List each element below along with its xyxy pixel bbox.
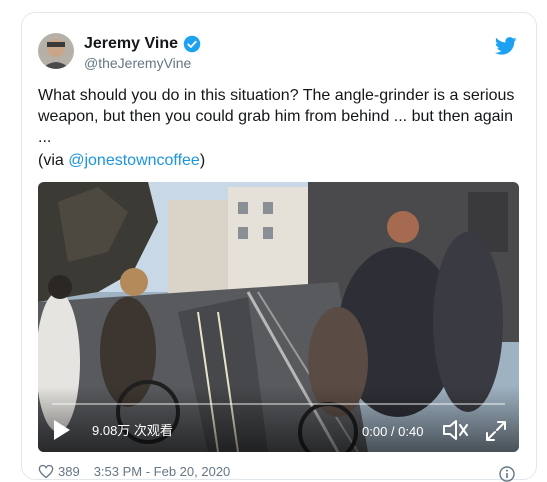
fullscreen-icon[interactable]	[485, 420, 507, 442]
via-prefix: (via	[38, 152, 69, 169]
view-count: 9.08万 次观看	[92, 423, 173, 438]
play-icon[interactable]	[52, 418, 72, 442]
avatar[interactable]	[38, 33, 74, 69]
tweet-card: Jeremy Vine @theJeremyVine What should y…	[21, 12, 537, 482]
via-credit: (via @jonestowncoffee)	[38, 152, 205, 170]
video-time: 0:00 / 0:40	[362, 424, 424, 439]
tweet-text: What should you do in this situation? Th…	[38, 85, 522, 148]
like-count[interactable]: 389	[58, 464, 80, 479]
author-handle[interactable]: @theJeremyVine	[84, 55, 191, 71]
via-link[interactable]: @jonestowncoffee	[68, 152, 200, 169]
video-player[interactable]: 9.08万 次观看 0:00 / 0:40	[38, 182, 519, 452]
tweet-text-line: weapon, but then you could grab him from…	[38, 108, 513, 125]
tweet-text-line: What should you do in this situation? Th…	[38, 87, 515, 104]
tweet-timestamp[interactable]: 3:53 PM - Feb 20, 2020	[94, 464, 231, 479]
progress-bar[interactable]	[52, 403, 505, 405]
via-suffix: )	[199, 152, 206, 169]
video-controls: 9.08万 次观看 0:00 / 0:40	[38, 386, 519, 452]
twitter-bird-icon[interactable]	[495, 37, 517, 55]
verified-badge-icon	[183, 35, 201, 53]
tweet-text-line: ...	[38, 129, 52, 146]
heart-icon[interactable]	[38, 464, 54, 479]
tweet-footer: 389 3:53 PM - Feb 20, 2020	[38, 464, 230, 479]
info-icon[interactable]	[499, 466, 515, 482]
author-name[interactable]: Jeremy Vine	[84, 35, 178, 53]
volume-icon[interactable]	[442, 418, 470, 442]
